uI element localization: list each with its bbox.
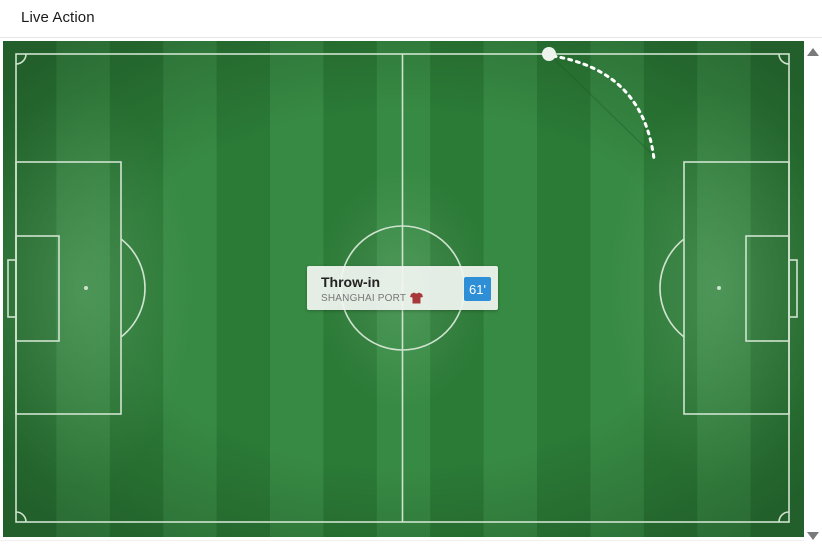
left-penalty-spot (84, 286, 88, 290)
scroll-up-arrow-icon (807, 48, 819, 56)
scroll-down-arrow-icon (807, 532, 819, 540)
event-minute-badge: 61' (464, 277, 491, 301)
scroll-up-button[interactable] (804, 45, 822, 59)
vertical-scrollbar[interactable] (804, 41, 822, 547)
event-team-name: SHANGHAI PORT (321, 292, 407, 304)
event-card[interactable]: Throw-in SHANGHAI PORT 61' (307, 266, 498, 310)
ball-icon (542, 47, 556, 61)
scroll-down-button[interactable] (804, 529, 822, 543)
right-penalty-spot (717, 286, 721, 290)
pitch: Throw-in SHANGHAI PORT 61' (3, 41, 804, 537)
live-action-widget: Live Action Throw-in SHANGHAI PORT 61' (0, 0, 822, 551)
widget-title: Live Action (21, 9, 95, 26)
widget-header: Live Action (0, 0, 822, 38)
event-team-row: SHANGHAI PORT (321, 292, 424, 304)
bottom-edge (0, 540, 804, 551)
shirt-icon (410, 292, 424, 304)
event-type: Throw-in (321, 274, 381, 290)
